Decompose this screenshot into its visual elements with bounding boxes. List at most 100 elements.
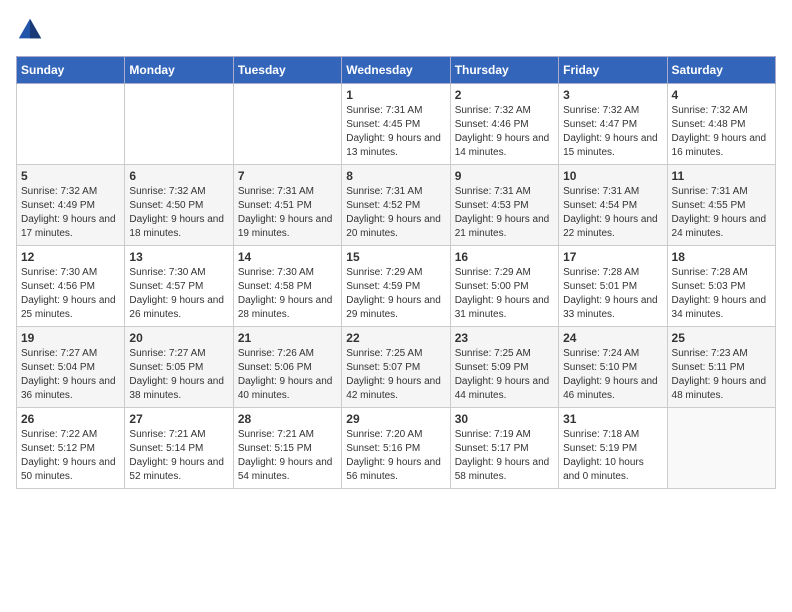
day-info: Sunrise: 7:28 AM Sunset: 5:03 PM Dayligh…	[672, 266, 771, 322]
day-number: 2	[455, 88, 554, 102]
day-cell	[233, 84, 341, 165]
day-number: 14	[238, 250, 337, 264]
day-number: 1	[346, 88, 445, 102]
page-header	[16, 16, 776, 44]
day-number: 18	[672, 250, 771, 264]
week-row-2: 5 Sunrise: 7:32 AM Sunset: 4:49 PM Daylig…	[17, 165, 776, 246]
day-number: 4	[672, 88, 771, 102]
calendar-table: SundayMondayTuesdayWednesdayThursdayFrid…	[16, 56, 776, 489]
day-cell: 2 Sunrise: 7:32 AM Sunset: 4:46 PM Daylig…	[450, 84, 558, 165]
day-info: Sunrise: 7:29 AM Sunset: 4:59 PM Dayligh…	[346, 266, 445, 322]
day-info: Sunrise: 7:21 AM Sunset: 5:15 PM Dayligh…	[238, 428, 337, 484]
day-cell: 19 Sunrise: 7:27 AM Sunset: 5:04 PM Dayli…	[17, 327, 125, 408]
day-cell: 17 Sunrise: 7:28 AM Sunset: 5:01 PM Dayli…	[559, 246, 667, 327]
day-info: Sunrise: 7:25 AM Sunset: 5:09 PM Dayligh…	[455, 347, 554, 403]
day-number: 13	[129, 250, 228, 264]
day-number: 29	[346, 412, 445, 426]
day-number: 20	[129, 331, 228, 345]
day-cell: 18 Sunrise: 7:28 AM Sunset: 5:03 PM Dayli…	[667, 246, 775, 327]
day-number: 22	[346, 331, 445, 345]
day-cell	[17, 84, 125, 165]
day-cell: 15 Sunrise: 7:29 AM Sunset: 4:59 PM Dayli…	[342, 246, 450, 327]
day-info: Sunrise: 7:32 AM Sunset: 4:49 PM Dayligh…	[21, 185, 120, 241]
day-info: Sunrise: 7:27 AM Sunset: 5:05 PM Dayligh…	[129, 347, 228, 403]
day-number: 30	[455, 412, 554, 426]
day-cell: 21Sunrise: 7:26 AM Sunset: 5:06 PM Dayli…	[233, 327, 341, 408]
day-cell: 7 Sunrise: 7:31 AM Sunset: 4:51 PM Daylig…	[233, 165, 341, 246]
day-info: Sunrise: 7:23 AM Sunset: 5:11 PM Dayligh…	[672, 347, 771, 403]
day-number: 26	[21, 412, 120, 426]
day-cell: 10 Sunrise: 7:31 AM Sunset: 4:54 PM Dayli…	[559, 165, 667, 246]
day-info: Sunrise: 7:20 AM Sunset: 5:16 PM Dayligh…	[346, 428, 445, 484]
day-cell: 6 Sunrise: 7:32 AM Sunset: 4:50 PM Daylig…	[125, 165, 233, 246]
day-info: Sunrise: 7:30 AM Sunset: 4:58 PM Dayligh…	[238, 266, 337, 322]
day-cell: 26 Sunrise: 7:22 AM Sunset: 5:12 PM Dayli…	[17, 408, 125, 489]
day-number: 7	[238, 169, 337, 183]
day-info: Sunrise: 7:19 AM Sunset: 5:17 PM Dayligh…	[455, 428, 554, 484]
weekday-header-friday: Friday	[559, 57, 667, 84]
day-info: Sunrise: 7:30 AM Sunset: 4:57 PM Dayligh…	[129, 266, 228, 322]
day-cell: 22 Sunrise: 7:25 AM Sunset: 5:07 PM Dayli…	[342, 327, 450, 408]
weekday-header-thursday: Thursday	[450, 57, 558, 84]
day-number: 25	[672, 331, 771, 345]
day-info: Sunrise: 7:32 AM Sunset: 4:46 PM Dayligh…	[455, 104, 554, 160]
day-number: 10	[563, 169, 662, 183]
day-info: Sunrise: 7:21 AM Sunset: 5:14 PM Dayligh…	[129, 428, 228, 484]
day-number: 16	[455, 250, 554, 264]
day-number: 23	[455, 331, 554, 345]
day-number: 8	[346, 169, 445, 183]
day-cell: 5 Sunrise: 7:32 AM Sunset: 4:49 PM Daylig…	[17, 165, 125, 246]
day-number: 6	[129, 169, 228, 183]
day-info: Sunrise: 7:32 AM Sunset: 4:50 PM Dayligh…	[129, 185, 228, 241]
day-number: 11	[672, 169, 771, 183]
weekday-header-monday: Monday	[125, 57, 233, 84]
day-number: 27	[129, 412, 228, 426]
day-number: 31	[563, 412, 662, 426]
day-cell: 9Sunrise: 7:31 AM Sunset: 4:53 PM Daylig…	[450, 165, 558, 246]
day-cell: 27 Sunrise: 7:21 AM Sunset: 5:14 PM Dayli…	[125, 408, 233, 489]
day-cell: 30 Sunrise: 7:19 AM Sunset: 5:17 PM Dayli…	[450, 408, 558, 489]
day-cell: 8 Sunrise: 7:31 AM Sunset: 4:52 PM Daylig…	[342, 165, 450, 246]
day-info: Sunrise: 7:30 AM Sunset: 4:56 PM Dayligh…	[21, 266, 120, 322]
day-info: Sunrise: 7:26 AM Sunset: 5:06 PM Dayligh…	[238, 347, 337, 403]
day-cell: 1 Sunrise: 7:31 AM Sunset: 4:45 PM Daylig…	[342, 84, 450, 165]
day-info: Sunrise: 7:24 AM Sunset: 5:10 PM Dayligh…	[563, 347, 662, 403]
weekday-header-wednesday: Wednesday	[342, 57, 450, 84]
day-cell	[125, 84, 233, 165]
day-info: Sunrise: 7:31 AM Sunset: 4:55 PM Dayligh…	[672, 185, 771, 241]
week-row-3: 12 Sunrise: 7:30 AM Sunset: 4:56 PM Dayli…	[17, 246, 776, 327]
day-info: Sunrise: 7:31 AM Sunset: 4:53 PM Dayligh…	[455, 185, 554, 241]
day-info: Sunrise: 7:25 AM Sunset: 5:07 PM Dayligh…	[346, 347, 445, 403]
day-info: Sunrise: 7:31 AM Sunset: 4:45 PM Dayligh…	[346, 104, 445, 160]
day-number: 15	[346, 250, 445, 264]
day-cell: 29 Sunrise: 7:20 AM Sunset: 5:16 PM Dayli…	[342, 408, 450, 489]
day-cell: 14 Sunrise: 7:30 AM Sunset: 4:58 PM Dayli…	[233, 246, 341, 327]
week-row-4: 19 Sunrise: 7:27 AM Sunset: 5:04 PM Dayli…	[17, 327, 776, 408]
day-cell: 3 Sunrise: 7:32 AM Sunset: 4:47 PM Daylig…	[559, 84, 667, 165]
day-cell: 12 Sunrise: 7:30 AM Sunset: 4:56 PM Dayli…	[17, 246, 125, 327]
day-info: Sunrise: 7:22 AM Sunset: 5:12 PM Dayligh…	[21, 428, 120, 484]
week-row-5: 26 Sunrise: 7:22 AM Sunset: 5:12 PM Dayli…	[17, 408, 776, 489]
day-info: Sunrise: 7:27 AM Sunset: 5:04 PM Dayligh…	[21, 347, 120, 403]
day-number: 5	[21, 169, 120, 183]
day-info: Sunrise: 7:29 AM Sunset: 5:00 PM Dayligh…	[455, 266, 554, 322]
day-cell: 16 Sunrise: 7:29 AM Sunset: 5:00 PM Dayli…	[450, 246, 558, 327]
day-cell: 20 Sunrise: 7:27 AM Sunset: 5:05 PM Dayli…	[125, 327, 233, 408]
day-number: 12	[21, 250, 120, 264]
day-cell: 25 Sunrise: 7:23 AM Sunset: 5:11 PM Dayli…	[667, 327, 775, 408]
day-info: Sunrise: 7:32 AM Sunset: 4:47 PM Dayligh…	[563, 104, 662, 160]
day-cell: 13 Sunrise: 7:30 AM Sunset: 4:57 PM Dayli…	[125, 246, 233, 327]
weekday-header-tuesday: Tuesday	[233, 57, 341, 84]
day-number: 17	[563, 250, 662, 264]
day-number: 19	[21, 331, 120, 345]
day-info: Sunrise: 7:28 AM Sunset: 5:01 PM Dayligh…	[563, 266, 662, 322]
day-info: Sunrise: 7:31 AM Sunset: 4:52 PM Dayligh…	[346, 185, 445, 241]
day-info: Sunrise: 7:31 AM Sunset: 4:51 PM Dayligh…	[238, 185, 337, 241]
day-cell	[667, 408, 775, 489]
day-info: Sunrise: 7:32 AM Sunset: 4:48 PM Dayligh…	[672, 104, 771, 160]
day-cell: 28Sunrise: 7:21 AM Sunset: 5:15 PM Dayli…	[233, 408, 341, 489]
day-cell: 11 Sunrise: 7:31 AM Sunset: 4:55 PM Dayli…	[667, 165, 775, 246]
day-number: 3	[563, 88, 662, 102]
day-cell: 24Sunrise: 7:24 AM Sunset: 5:10 PM Dayli…	[559, 327, 667, 408]
day-info: Sunrise: 7:31 AM Sunset: 4:54 PM Dayligh…	[563, 185, 662, 241]
